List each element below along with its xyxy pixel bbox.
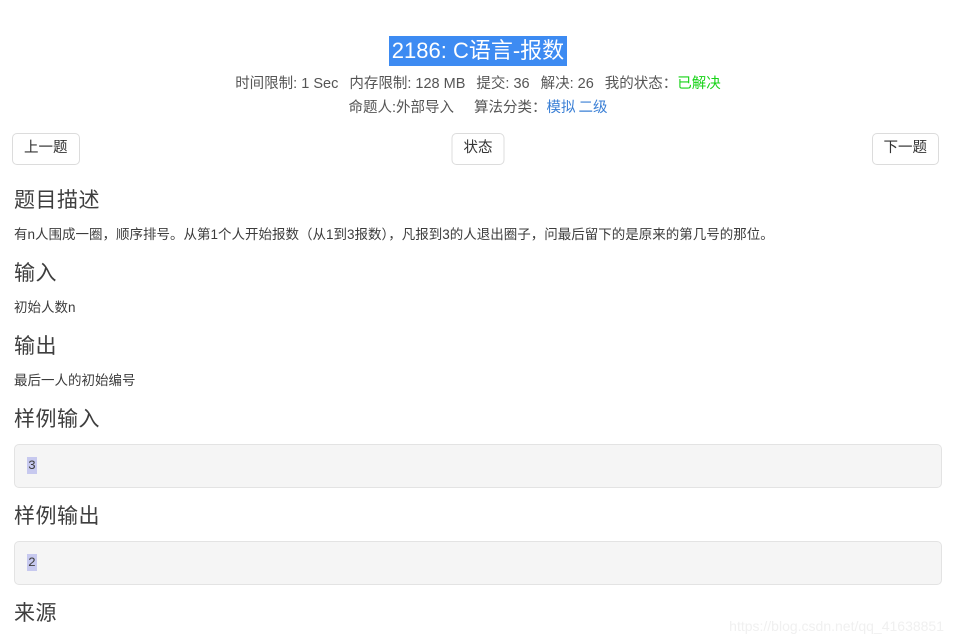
submit-count-label: 提交: bbox=[476, 76, 510, 92]
solved-count: 解决: 26 bbox=[541, 76, 594, 92]
time-limit-label: 时间限制: bbox=[235, 76, 298, 92]
sample-input-value: 3 bbox=[27, 457, 37, 474]
section-body-input: 初始人数n bbox=[14, 300, 76, 315]
problem-meta-line: 命题人:外部导入 算法分类：模拟 二级 bbox=[0, 97, 956, 119]
section-heading-output: 输出 bbox=[14, 335, 57, 358]
watermark-text: https://blog.csdn.net/qq_41638851 bbox=[729, 618, 944, 634]
previous-problem-button[interactable]: 上一题 bbox=[12, 133, 80, 165]
sample-output-value: 2 bbox=[27, 554, 37, 571]
my-status-label: 我的状态： bbox=[604, 76, 678, 92]
problem-author: 命题人:外部导入 bbox=[348, 100, 455, 116]
section-heading-description: 题目描述 bbox=[14, 189, 100, 212]
status-badge: 已解决 bbox=[677, 76, 721, 92]
section-heading-input: 输入 bbox=[14, 262, 57, 285]
tag-link-level2[interactable]: 二级 bbox=[579, 100, 608, 116]
section-body-output: 最后一人的初始编号 bbox=[14, 373, 136, 388]
time-limit-value: 1 Sec bbox=[301, 76, 339, 92]
solved-count-label: 解决: bbox=[540, 76, 574, 92]
submit-count-value: 36 bbox=[513, 76, 530, 92]
section-heading-sample-output: 样例输出 bbox=[14, 505, 100, 528]
page-title: 2186: C语言-报数 bbox=[388, 36, 568, 66]
time-limit: 时间限制: 1 Sec bbox=[235, 76, 338, 92]
problem-navigation: 上一题 状态 下一题 bbox=[0, 133, 956, 175]
memory-limit-value: 128 MB bbox=[415, 76, 466, 92]
section-body-description: 有n人围成一圈，顺序排号。从第1个人开始报数（从1到3报数），凡报到3的人退出圈… bbox=[14, 227, 774, 242]
category-label: 算法分类： bbox=[474, 100, 547, 116]
solved-count-value: 26 bbox=[577, 76, 594, 92]
problem-content: 题目描述 有n人围成一圈，顺序排号。从第1个人开始报数（从1到3报数），凡报到3… bbox=[0, 188, 956, 627]
memory-limit: 内存限制: 128 MB bbox=[349, 76, 465, 92]
memory-limit-label: 内存限制: bbox=[349, 76, 412, 92]
section-heading-sample-input: 样例输入 bbox=[14, 408, 100, 431]
sample-output-block[interactable]: 2 bbox=[14, 541, 942, 585]
my-status: 我的状态：已解决 bbox=[605, 76, 721, 92]
problem-limits-line: 时间限制: 1 Sec 内存限制: 128 MB 提交: 36 解决: 26 我的状态：… bbox=[0, 73, 956, 95]
submit-count: 提交: 36 bbox=[476, 76, 529, 92]
tag-link-simulation[interactable]: 模拟 bbox=[547, 100, 576, 116]
problem-header: 2186: C语言-报数 时间限制: 1 Sec 内存限制: 128 MB 提交: … bbox=[0, 0, 956, 119]
status-button[interactable]: 状态 bbox=[451, 133, 505, 165]
next-problem-button[interactable]: 下一题 bbox=[871, 133, 939, 165]
sample-input-block[interactable]: 3 bbox=[14, 444, 942, 488]
